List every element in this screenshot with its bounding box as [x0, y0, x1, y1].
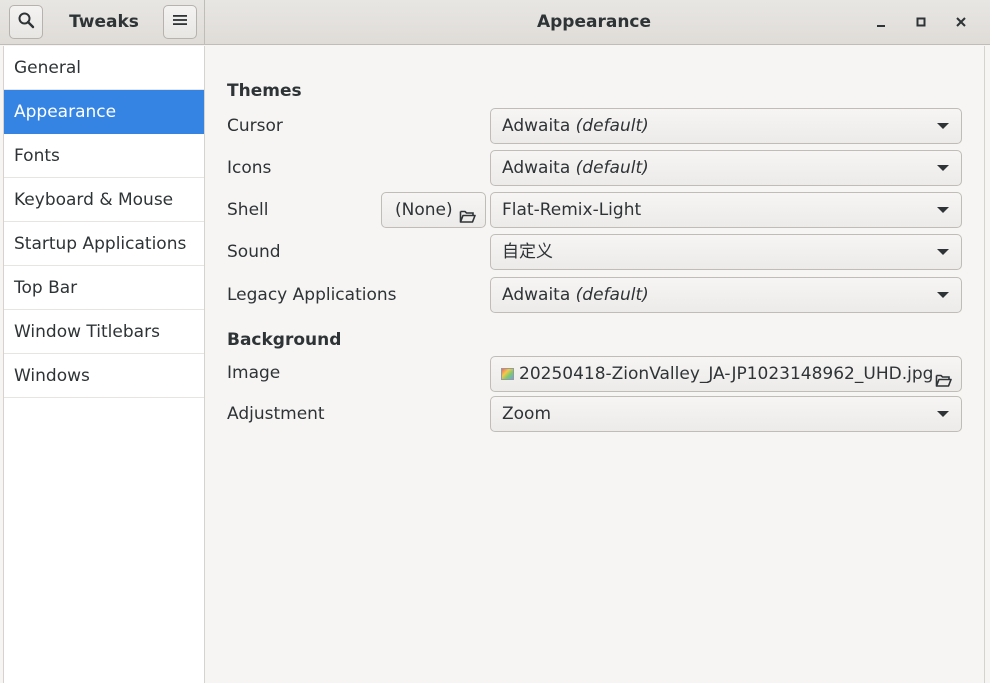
search-button[interactable]: [9, 5, 43, 39]
background-section-title: Background: [227, 330, 342, 350]
tweaks-window: Tweaks Appearance General Appearance Fon…: [0, 0, 990, 683]
sidebar-item-window-titlebars[interactable]: Window Titlebars: [4, 310, 204, 354]
background-image-filename: 20250418-ZionValley_JA-JP1023148962_UHD.…: [519, 364, 934, 384]
icons-theme-value: Adwaita: [502, 158, 571, 178]
cursor-theme-value: Adwaita: [502, 116, 571, 136]
hamburger-menu-icon: [172, 12, 188, 32]
adjustment-label: Adjustment: [227, 404, 325, 424]
shell-file-button-label: (None): [395, 200, 453, 220]
sidebar-item-general[interactable]: General: [4, 46, 204, 90]
icons-label: Icons: [227, 158, 272, 178]
icons-theme-default-tag: (default): [575, 158, 649, 178]
themes-section-title: Themes: [227, 81, 302, 101]
menu-button[interactable]: [163, 5, 197, 39]
app-title: Tweaks: [69, 12, 139, 32]
minimize-icon: [875, 13, 887, 32]
sound-theme-dropdown[interactable]: 自定义: [490, 234, 962, 270]
legacy-theme-default-tag: (default): [575, 285, 649, 305]
shell-file-button[interactable]: (None): [381, 192, 486, 228]
sidebar-item-fonts[interactable]: Fonts: [4, 134, 204, 178]
close-icon: [955, 13, 967, 32]
sidebar-item-appearance[interactable]: Appearance: [4, 90, 204, 134]
header-left-pane: Tweaks: [4, 0, 205, 45]
chevron-down-icon: [937, 123, 949, 129]
background-adjustment-value: Zoom: [502, 404, 552, 424]
maximize-button[interactable]: [907, 8, 935, 36]
chevron-down-icon: [937, 165, 949, 171]
sound-label: Sound: [227, 242, 281, 262]
chevron-down-icon: [937, 207, 949, 213]
search-icon: [17, 11, 35, 34]
shell-label: Shell: [227, 200, 269, 220]
sidebar-item-keyboard-mouse[interactable]: Keyboard & Mouse: [4, 178, 204, 222]
header-bar: Tweaks Appearance: [0, 0, 990, 45]
cursor-label: Cursor: [227, 116, 283, 136]
sidebar-item-windows[interactable]: Windows: [4, 354, 204, 398]
folder-open-icon: [459, 202, 476, 236]
sidebar-item-top-bar[interactable]: Top Bar: [4, 266, 204, 310]
shell-theme-dropdown[interactable]: Flat-Remix-Light: [490, 192, 962, 228]
chevron-down-icon: [937, 411, 949, 417]
close-button[interactable]: [947, 8, 975, 36]
folder-open-icon: [935, 366, 952, 391]
cursor-theme-default-tag: (default): [575, 116, 649, 136]
shell-theme-value: Flat-Remix-Light: [502, 200, 642, 220]
legacy-theme-dropdown[interactable]: Adwaita (default): [490, 277, 962, 313]
chevron-down-icon: [937, 249, 949, 255]
sidebar: General Appearance Fonts Keyboard & Mous…: [4, 46, 205, 683]
chevron-down-icon: [937, 292, 949, 298]
image-file-icon: [501, 368, 514, 380]
minimize-button[interactable]: [867, 8, 895, 36]
appearance-panel: Themes Cursor Adwaita (default) Icons Ad…: [205, 46, 984, 683]
legacy-applications-label: Legacy Applications: [227, 285, 397, 305]
legacy-theme-value: Adwaita: [502, 285, 571, 305]
background-image-file-button[interactable]: 20250418-ZionValley_JA-JP1023148962_UHD.…: [490, 356, 962, 392]
maximize-icon: [915, 13, 927, 32]
sidebar-item-startup-applications[interactable]: Startup Applications: [4, 222, 204, 266]
background-adjustment-dropdown[interactable]: Zoom: [490, 396, 962, 432]
cursor-theme-dropdown[interactable]: Adwaita (default): [490, 108, 962, 144]
sound-theme-value: 自定义: [502, 242, 553, 262]
icons-theme-dropdown[interactable]: Adwaita (default): [490, 150, 962, 186]
window-right-edge: [984, 46, 985, 683]
image-label: Image: [227, 363, 281, 383]
